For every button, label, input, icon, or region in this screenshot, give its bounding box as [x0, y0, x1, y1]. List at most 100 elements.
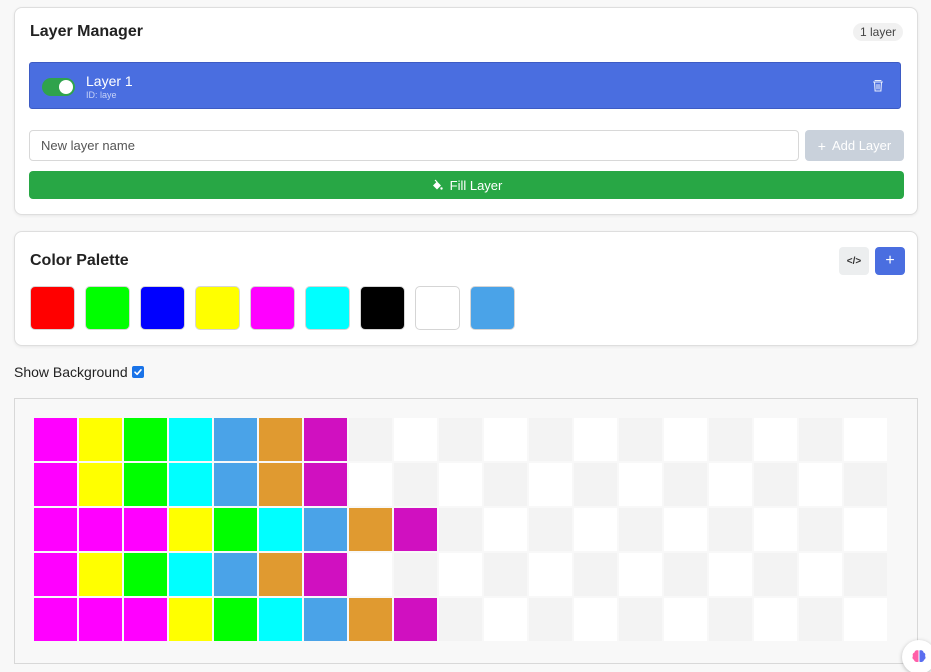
pixel-cell[interactable] — [439, 418, 482, 461]
pixel-cell[interactable] — [574, 463, 617, 506]
pixel-cell[interactable] — [124, 598, 167, 641]
pixel-cell[interactable] — [619, 508, 662, 551]
pixel-cell[interactable] — [34, 553, 77, 596]
new-layer-name-input[interactable] — [29, 130, 799, 161]
pixel-cell[interactable] — [349, 463, 392, 506]
color-swatch[interactable] — [85, 286, 130, 330]
pixel-canvas[interactable] — [14, 398, 918, 664]
pixel-cell[interactable] — [439, 508, 482, 551]
pixel-cell[interactable] — [484, 598, 527, 641]
pixel-cell[interactable] — [169, 463, 212, 506]
pixel-cell[interactable] — [844, 508, 887, 551]
pixel-cell[interactable] — [709, 553, 752, 596]
pixel-cell[interactable] — [664, 598, 707, 641]
color-swatch[interactable] — [140, 286, 185, 330]
pixel-cell[interactable] — [169, 508, 212, 551]
pixel-cell[interactable] — [34, 463, 77, 506]
pixel-cell[interactable] — [124, 553, 167, 596]
color-swatch[interactable] — [30, 286, 75, 330]
pixel-cell[interactable] — [34, 418, 77, 461]
pixel-cell[interactable] — [79, 463, 122, 506]
pixel-cell[interactable] — [844, 598, 887, 641]
pixel-cell[interactable] — [484, 463, 527, 506]
add-layer-button[interactable]: + Add Layer — [805, 130, 904, 161]
pixel-cell[interactable] — [619, 598, 662, 641]
pixel-cell[interactable] — [529, 553, 572, 596]
pixel-cell[interactable] — [169, 418, 212, 461]
pixel-cell[interactable] — [754, 598, 797, 641]
pixel-cell[interactable] — [349, 508, 392, 551]
pixel-cell[interactable] — [799, 463, 842, 506]
pixel-cell[interactable] — [664, 553, 707, 596]
pixel-cell[interactable] — [619, 418, 662, 461]
pixel-cell[interactable] — [259, 463, 302, 506]
pixel-cell[interactable] — [439, 463, 482, 506]
pixel-cell[interactable] — [34, 508, 77, 551]
pixel-cell[interactable] — [349, 598, 392, 641]
pixel-cell[interactable] — [574, 553, 617, 596]
pixel-cell[interactable] — [754, 418, 797, 461]
pixel-cell[interactable] — [799, 553, 842, 596]
pixel-cell[interactable] — [709, 598, 752, 641]
pixel-cell[interactable] — [799, 418, 842, 461]
pixel-cell[interactable] — [484, 508, 527, 551]
pixel-cell[interactable] — [124, 508, 167, 551]
pixel-cell[interactable] — [709, 508, 752, 551]
color-swatch[interactable] — [250, 286, 295, 330]
color-swatch[interactable] — [360, 286, 405, 330]
pixel-cell[interactable] — [259, 508, 302, 551]
pixel-cell[interactable] — [574, 418, 617, 461]
pixel-cell[interactable] — [484, 553, 527, 596]
pixel-cell[interactable] — [754, 553, 797, 596]
pixel-cell[interactable] — [394, 553, 437, 596]
pixel-cell[interactable] — [214, 508, 257, 551]
pixel-cell[interactable] — [529, 598, 572, 641]
palette-code-button[interactable]: </> — [839, 247, 869, 275]
pixel-cell[interactable] — [844, 463, 887, 506]
pixel-cell[interactable] — [394, 418, 437, 461]
pixel-cell[interactable] — [124, 418, 167, 461]
color-swatch[interactable] — [305, 286, 350, 330]
pixel-cell[interactable] — [214, 553, 257, 596]
pixel-cell[interactable] — [169, 553, 212, 596]
pixel-cell[interactable] — [844, 418, 887, 461]
pixel-cell[interactable] — [664, 418, 707, 461]
layer-visibility-toggle[interactable] — [42, 78, 75, 96]
pixel-cell[interactable] — [214, 418, 257, 461]
pixel-cell[interactable] — [259, 553, 302, 596]
layer-item[interactable]: Layer 1 ID: laye — [29, 62, 901, 109]
pixel-cell[interactable] — [619, 553, 662, 596]
pixel-cell[interactable] — [304, 553, 347, 596]
pixel-cell[interactable] — [799, 598, 842, 641]
pixel-cell[interactable] — [709, 418, 752, 461]
pixel-cell[interactable] — [799, 508, 842, 551]
pixel-cell[interactable] — [214, 463, 257, 506]
pixel-cell[interactable] — [394, 598, 437, 641]
pixel-cell[interactable] — [484, 418, 527, 461]
color-swatch[interactable] — [195, 286, 240, 330]
show-background-checkbox[interactable] — [131, 366, 144, 378]
color-swatch[interactable] — [470, 286, 515, 330]
pixel-cell[interactable] — [664, 463, 707, 506]
pixel-cell[interactable] — [79, 553, 122, 596]
pixel-cell[interactable] — [574, 598, 617, 641]
pixel-cell[interactable] — [259, 418, 302, 461]
pixel-cell[interactable] — [754, 508, 797, 551]
pixel-cell[interactable] — [124, 463, 167, 506]
pixel-cell[interactable] — [574, 508, 617, 551]
color-swatch[interactable] — [415, 286, 460, 330]
pixel-cell[interactable] — [169, 598, 212, 641]
pixel-cell[interactable] — [349, 418, 392, 461]
pixel-cell[interactable] — [439, 598, 482, 641]
pixel-cell[interactable] — [664, 508, 707, 551]
pixel-cell[interactable] — [304, 508, 347, 551]
pixel-cell[interactable] — [529, 418, 572, 461]
pixel-cell[interactable] — [214, 598, 257, 641]
pixel-cell[interactable] — [259, 598, 302, 641]
pixel-cell[interactable] — [304, 598, 347, 641]
pixel-cell[interactable] — [79, 508, 122, 551]
add-color-button[interactable]: + — [875, 247, 905, 275]
pixel-cell[interactable] — [34, 598, 77, 641]
pixel-cell[interactable] — [79, 598, 122, 641]
pixel-cell[interactable] — [304, 463, 347, 506]
